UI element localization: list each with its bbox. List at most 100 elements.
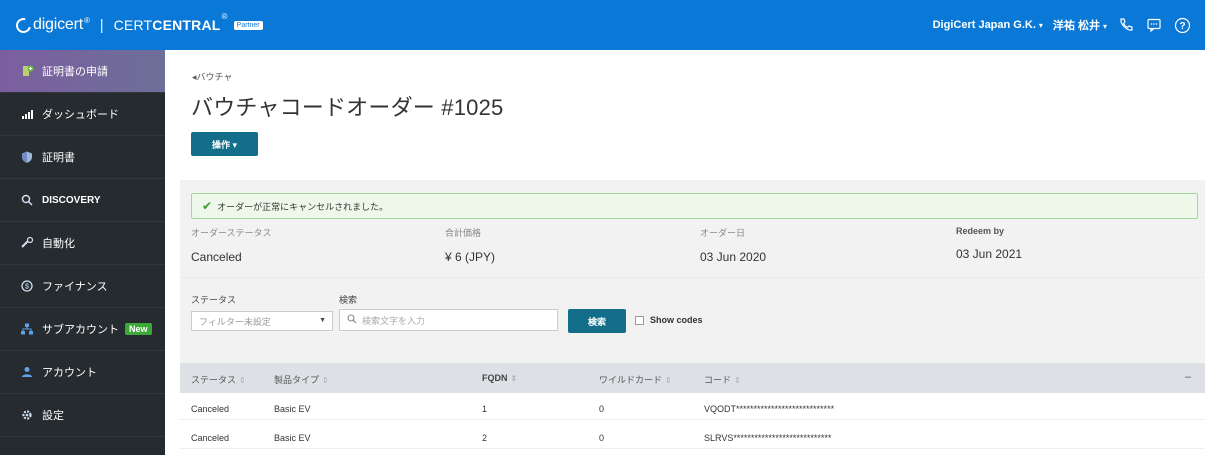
sidebar-item-label: DISCOVERY <box>42 194 101 206</box>
user-icon <box>20 365 34 379</box>
page-title: バウチャコードオーダー #1025 <box>191 95 504 120</box>
cell-code: SLRVS**************************** <box>704 433 832 443</box>
column-header-status[interactable]: ステータス ⇕ <box>191 373 246 386</box>
header-label: FQDN <box>482 373 508 383</box>
summary-value: ¥ 6 (JPY) <box>445 250 496 264</box>
sidebar-item-label: 自動化 <box>42 238 75 250</box>
certificate-request-icon <box>20 64 34 78</box>
sidebar-item-label: 証明書 <box>42 152 75 164</box>
show-codes-label: Show codes <box>650 315 703 325</box>
sidebar-item-dashboard[interactable]: ダッシュボード <box>0 93 165 136</box>
column-header-code[interactable]: コード ⇕ <box>704 373 741 386</box>
sidebar-item-settings[interactable]: 設定 <box>0 394 165 437</box>
order-summary-section: ✔ オーダーが正常にキャンセルされました。 オーダーステータス Canceled… <box>180 180 1205 277</box>
new-badge: New <box>125 323 152 335</box>
sidebar-item-finance[interactable]: $ ファイナンス <box>0 265 165 308</box>
header-label: ステータス <box>191 375 237 385</box>
main-content: ◂バウチャ バウチャコードオーダー #1025 操作 ▾ ✔ オーダーが正常にキ… <box>165 50 1205 455</box>
cell-product-type: Basic EV <box>274 404 311 414</box>
finance-icon: $ <box>20 279 34 293</box>
header-label: 製品タイプ <box>274 375 320 385</box>
help-icon[interactable]: ? <box>1173 16 1191 34</box>
cell-fqdn: 1 <box>482 404 488 414</box>
logo-reg: ® <box>83 15 90 25</box>
sidebar-item-subaccounts[interactable]: サブアカウント New <box>0 308 165 351</box>
sidebar-item-certificates[interactable]: 証明書 <box>0 136 165 179</box>
success-alert: ✔ オーダーが正常にキャンセルされました。 <box>191 193 1198 219</box>
search-input[interactable]: 検索文字を入力 <box>339 309 558 331</box>
table-row: Canceled Basic EV 2 0 SLRVS*************… <box>180 427 1205 449</box>
logo-text: digicert <box>33 16 83 33</box>
codes-table: ステータス ⇕ 製品タイプ ⇕ FQDN ⇕ ワイルドカード ⇕ コード ⇕ – Canc… <box>180 363 1205 455</box>
search-placeholder: 検索文字を入力 <box>362 315 426 326</box>
summary-label: オーダーステータス <box>191 228 272 238</box>
sidebar-item-label: ファイナンス <box>42 281 108 293</box>
sidebar-item-request-certificate[interactable]: 証明書の申請 <box>0 50 165 93</box>
column-header-product-type[interactable]: 製品タイプ ⇕ <box>274 373 329 386</box>
sort-icon: ⇕ <box>322 376 329 385</box>
brand-separator: | <box>99 16 104 34</box>
product-name: CERTCENTRAL® <box>113 12 228 33</box>
cell-product-type: Basic EV <box>274 433 311 443</box>
search-button[interactable]: 検索 <box>568 309 626 333</box>
dashboard-icon <box>20 107 34 121</box>
collapse-button[interactable]: – <box>1185 371 1191 383</box>
digicert-logo-mark <box>13 14 34 36</box>
search-icon <box>347 313 357 327</box>
show-codes-toggle[interactable]: Show codes <box>635 315 703 325</box>
svg-text:?: ? <box>1179 21 1185 32</box>
digicert-logo: digicert ® <box>13 14 90 36</box>
sort-icon: ⇕ <box>665 376 672 385</box>
sidebar-item-label: サブアカウント <box>42 324 119 336</box>
breadcrumb-voucher[interactable]: ◂バウチャ <box>192 70 232 83</box>
filter-area: ステータス 検索 フィルター未設定 ▼ 検索文字を入力 検索 Show code… <box>180 277 1205 363</box>
brand[interactable]: digicert ® | CERTCENTRAL® Partner <box>13 12 263 36</box>
cell-wildcard: 0 <box>599 404 605 414</box>
sidebar-item-account[interactable]: アカウント <box>0 351 165 394</box>
actions-button[interactable]: 操作 ▾ <box>191 132 258 156</box>
shield-icon <box>20 150 34 164</box>
partner-badge: Partner <box>233 20 263 30</box>
product-name-bold: CENTRAL <box>152 17 221 33</box>
gear-icon <box>20 408 34 422</box>
user-caret-icon: ▾ <box>1102 22 1107 31</box>
summary-value: 03 Jun 2020 <box>700 250 767 264</box>
sidebar-item-label: 証明書の申請 <box>42 66 108 78</box>
sidebar-item-discovery[interactable]: DISCOVERY <box>0 179 165 222</box>
search-icon <box>20 193 34 207</box>
table-row: Canceled Basic EV 1 0 VQODT*************… <box>180 398 1205 420</box>
summary-redeem-by: Redeem by 03 Jun 2021 <box>956 226 1022 261</box>
search-label: 検索 <box>339 295 358 305</box>
cell-wildcard: 0 <box>599 433 605 443</box>
table-header: ステータス ⇕ 製品タイプ ⇕ FQDN ⇕ ワイルドカード ⇕ コード ⇕ – <box>180 363 1205 393</box>
account-menu[interactable]: DigiCert Japan G.K. ▾ <box>933 19 1043 31</box>
status-filter-value: フィルター未設定 <box>199 316 271 327</box>
subaccount-icon <box>20 322 34 336</box>
column-header-wildcard[interactable]: ワイルドカード ⇕ <box>599 373 672 386</box>
cell-fqdn: 2 <box>482 433 488 443</box>
sort-icon: ⇕ <box>734 376 741 385</box>
dropdown-arrow-icon: ▼ <box>319 317 326 324</box>
top-bar: digicert ® | CERTCENTRAL® Partner DigiCer… <box>0 0 1205 50</box>
summary-label: 合計価格 <box>445 228 482 238</box>
top-right-controls: DigiCert Japan G.K. ▾ 洋祐 松井 ▾ ? <box>933 16 1191 34</box>
summary-label: オーダー日 <box>700 228 746 238</box>
user-menu[interactable]: 洋祐 松井 ▾ <box>1053 17 1107 33</box>
show-codes-checkbox[interactable] <box>635 315 644 325</box>
chat-icon[interactable] <box>1145 16 1163 34</box>
status-filter-select[interactable]: フィルター未設定 ▼ <box>191 311 333 331</box>
phone-icon[interactable] <box>1117 16 1135 34</box>
sort-icon: ⇕ <box>510 374 518 383</box>
product-name-light: CERT <box>113 17 153 33</box>
sidebar-item-automation[interactable]: 自動化 <box>0 222 165 265</box>
user-name: 洋祐 松井 <box>1052 20 1100 32</box>
sidebar: 証明書の申請 ダッシュボード 証明書 DISCOVERY 自動化 $ ファイナン… <box>0 50 165 455</box>
sidebar-item-label: ダッシュボード <box>42 109 119 121</box>
order-summary: オーダーステータス Canceled 合計価格 ¥ 6 (JPY) オーダー日 … <box>191 226 1198 268</box>
alert-text: オーダーが正常にキャンセルされました。 <box>217 201 389 212</box>
column-header-fqdn[interactable]: FQDN ⇕ <box>482 373 517 383</box>
sidebar-item-label: 設定 <box>42 410 64 422</box>
checkmark-icon: ✔ <box>202 199 213 213</box>
summary-total-price: 合計価格 ¥ 6 (JPY) <box>445 226 495 264</box>
sidebar-item-label: アカウント <box>42 367 97 379</box>
